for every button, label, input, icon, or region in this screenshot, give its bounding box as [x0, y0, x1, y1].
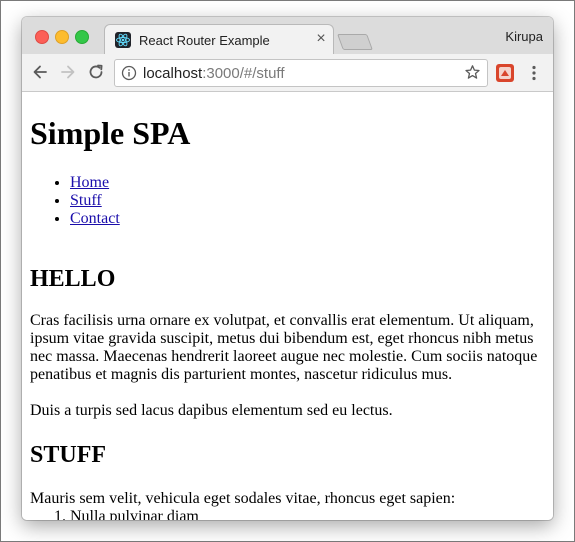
- section-heading-hello: HELLO: [30, 266, 116, 292]
- section-heading-stuff: STUFF: [30, 442, 107, 468]
- url-path: :3000/#/stuff: [202, 65, 285, 82]
- stuff-paragraph-1: Mauris sem velit, vehicula eget sodales …: [30, 490, 456, 507]
- nav-item-stuff: Stuff: [70, 192, 120, 210]
- title-bar: React Router Example × Kirupa: [22, 17, 553, 55]
- maximize-window-button[interactable]: [75, 30, 89, 44]
- nav-link-stuff[interactable]: Stuff: [70, 192, 102, 209]
- extension-icon[interactable]: [496, 64, 514, 82]
- nav-menu: Home Stuff Contact: [30, 174, 120, 228]
- stuff-ordered-list: Nulla pulvinar diam: [30, 508, 199, 520]
- minimize-window-button[interactable]: [55, 30, 69, 44]
- browser-window: React Router Example × Kirupa localhost:…: [22, 17, 553, 520]
- more-vert-icon[interactable]: [525, 64, 543, 82]
- nav-item-contact: Contact: [70, 210, 120, 228]
- url-host: localhost: [143, 65, 203, 82]
- close-window-button[interactable]: [35, 30, 49, 44]
- forward-arrow-icon[interactable]: [58, 62, 78, 82]
- page-title: Simple SPA: [30, 115, 191, 151]
- tab-title: React Router Example: [139, 33, 270, 48]
- new-tab-button[interactable]: [337, 34, 373, 50]
- nav-link-contact[interactable]: Contact: [70, 210, 120, 227]
- page-content: Simple SPA Home Stuff Contact HELLO Cras…: [22, 92, 553, 520]
- hello-paragraph-1: Cras facilisis urna ornare ex volutpat, …: [30, 312, 538, 383]
- url-text: localhost:3000/#/stuff: [143, 65, 285, 82]
- profile-name[interactable]: Kirupa: [505, 29, 543, 44]
- address-bar[interactable]: localhost:3000/#/stuff: [114, 59, 488, 87]
- browser-toolbar: localhost:3000/#/stuff: [22, 54, 553, 92]
- list-item: Nulla pulvinar diam: [70, 508, 199, 520]
- hello-paragraph-2: Duis a turpis sed lacus dapibus elementu…: [30, 402, 393, 419]
- back-arrow-icon[interactable]: [30, 62, 50, 82]
- react-logo-icon: [115, 32, 131, 48]
- tab-react-router-example[interactable]: React Router Example ×: [104, 24, 334, 55]
- tab-close-icon[interactable]: ×: [313, 30, 329, 48]
- star-icon[interactable]: [464, 64, 481, 81]
- nav-link-home[interactable]: Home: [70, 174, 109, 191]
- reload-icon[interactable]: [86, 62, 106, 82]
- nav-item-home: Home: [70, 174, 120, 192]
- info-icon[interactable]: [121, 65, 137, 81]
